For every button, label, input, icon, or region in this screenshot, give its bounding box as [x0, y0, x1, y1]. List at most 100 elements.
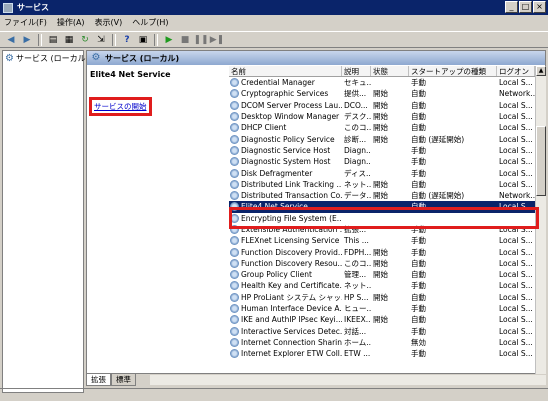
close-button[interactable]: × [533, 1, 546, 13]
service-name-cell: Distributed Transaction Co... [229, 190, 342, 201]
service-description: ETW ... [344, 349, 371, 359]
help-icon[interactable]: ? [120, 33, 134, 46]
service-startup-type: 自動 [411, 202, 426, 212]
service-description: このコ... [344, 123, 371, 133]
service-row[interactable]: Diagnostic Policy Service 診断... 開始 自動 (遅延開始… [229, 133, 535, 144]
service-name: Interactive Services Detec... [241, 326, 342, 336]
show-hide-action-pane-icon[interactable]: ▣ [136, 33, 150, 46]
menu-help[interactable]: ヘルプ(H) [132, 17, 168, 28]
service-name-cell: Encrypting File System (E... [229, 213, 342, 224]
service-row[interactable]: IKE and AuthIP IPsec Keyi... IKEEX... 開始 自動… [229, 314, 535, 325]
service-row[interactable]: Diagnostic Service Host Diagn... 手動 Local S… [229, 145, 535, 156]
service-status: 開始 [373, 247, 388, 257]
refresh-icon[interactable]: ↻ [78, 33, 92, 46]
scroll-up-arrow-icon[interactable]: ▲ [536, 66, 546, 76]
column-header-description[interactable]: 説明 [342, 66, 371, 76]
service-row[interactable]: DHCP Client このコ... 開始 自動 Local S... [229, 122, 535, 133]
service-row[interactable]: Function Discovery Provid... FDPH... 開始 手動 L… [229, 246, 535, 257]
service-row[interactable]: Group Policy Client 管理... 開始 自動 Local S... [229, 269, 535, 280]
start-service-icon[interactable]: ▶ [162, 33, 176, 46]
service-row[interactable]: Internet Connection Sharin... ホーム... 無効 Loc… [229, 337, 535, 348]
service-status: 開始 [373, 179, 388, 189]
service-name-cell: Function Discovery Resou... [229, 258, 342, 269]
stop-service-icon[interactable]: ■ [178, 33, 192, 46]
service-startup-type: 手動 [411, 225, 426, 234]
service-icon [230, 225, 239, 234]
service-logon: Local S... [499, 281, 533, 291]
service-row[interactable]: Disk Defragmenter ディス... 手動 Local S... [229, 167, 535, 178]
vertical-scrollbar[interactable]: ▲ [535, 66, 546, 374]
service-startup-type: 無効 [411, 337, 426, 347]
scroll-thumb[interactable] [536, 126, 546, 196]
column-header-logon[interactable]: ログオン [497, 66, 535, 76]
service-row[interactable]: Extensible Authentication ... 拡張... 手動 Loca… [229, 224, 535, 235]
service-description: 提供... [344, 89, 367, 99]
service-logon: Local S... [499, 315, 533, 325]
service-icon [230, 337, 239, 347]
service-row[interactable]: DCOM Server Process Lau... DCO... 開始 自動 Loca… [229, 100, 535, 111]
service-row[interactable]: Distributed Transaction Co... データ... 開始 自動 … [229, 190, 535, 201]
service-row[interactable]: Function Discovery Resou... このコ... 開始 自動 Loc… [229, 258, 535, 269]
service-row[interactable]: Cryptographic Services 提供... 開始 自動 Network..… [229, 88, 535, 99]
service-startup-type: 手動 [411, 326, 426, 336]
console-tree-icon[interactable]: ▤ [46, 33, 60, 46]
service-row[interactable]: Human Interface Device A... ヒュー... 手動 Local… [229, 303, 535, 314]
service-row[interactable]: Health Key and Certificate... ネット... 手動 Loc… [229, 280, 535, 291]
service-row[interactable]: Encrypting File System (E... [229, 213, 535, 224]
service-logon: Local S... [499, 270, 533, 280]
service-description: Diagn... [344, 145, 371, 155]
export-list-icon[interactable]: ⇲ [94, 33, 108, 46]
toolbar-separator [112, 33, 116, 46]
service-description: DCO... [344, 100, 368, 110]
service-name: Desktop Window Manager ... [241, 112, 342, 122]
service-name: Extensible Authentication ... [241, 225, 342, 234]
tree-item-services-local[interactable]: ⚙ サービス (ローカル) [3, 51, 89, 66]
service-name: Diagnostic Service Host [241, 145, 331, 155]
service-row[interactable]: Credential Manager セキュ... 手動 Local S... [229, 77, 535, 88]
service-row[interactable]: Diagnostic System Host Diagn... 手動 Local S.… [229, 156, 535, 167]
menu-action[interactable]: 操作(A) [57, 17, 85, 28]
service-row[interactable]: Interactive Services Detec... 対話... 手動 Loca… [229, 326, 535, 337]
properties-icon[interactable]: ▦ [62, 33, 76, 46]
column-header-name[interactable]: 名前 [229, 66, 342, 76]
service-status: 開始 [373, 292, 388, 302]
minimize-button[interactable]: _ [505, 1, 518, 13]
service-logon: Local S... [499, 304, 533, 314]
service-logon: Local S... [499, 157, 533, 167]
forward-icon[interactable]: ▶ [20, 33, 34, 46]
service-description: ネット... [344, 179, 371, 189]
menu-file[interactable]: ファイル(F) [4, 17, 47, 28]
service-description: 対話... [344, 326, 367, 336]
service-icon [230, 258, 239, 268]
service-name: Elite4 Net Service [241, 202, 308, 212]
restart-service-icon[interactable]: ▶❚ [210, 33, 224, 46]
service-name: Diagnostic System Host [241, 157, 331, 167]
pane-header-title: サービス (ローカル) [105, 53, 180, 63]
service-name-cell: Extensible Authentication ... [229, 224, 342, 235]
service-row[interactable]: Desktop Window Manager ... デスク... 開始 自動 Loca… [229, 111, 535, 122]
column-header-status[interactable]: 状態 [371, 66, 409, 76]
service-row[interactable]: HP ProLiant システム シャッ... HP S... 開始 自動 Local … [229, 292, 535, 303]
back-icon[interactable]: ◀ [4, 33, 18, 46]
service-row[interactable]: Elite4 Net Service 自動 Local S... [229, 201, 535, 213]
start-service-link[interactable]: サービスの開始 [89, 97, 152, 116]
service-icon [230, 270, 239, 280]
service-icon [230, 315, 239, 325]
service-logon: Local S... [499, 349, 533, 359]
service-logon: Network... [499, 89, 535, 99]
tab-standard[interactable]: 標準 [111, 374, 136, 386]
service-row[interactable]: Internet Explorer ETW Coll... ETW ... 手動 Lo… [229, 348, 535, 359]
service-description: 拡張... [344, 225, 367, 234]
service-row[interactable]: Distributed Link Tracking ... ネット... 開始 自動 L… [229, 179, 535, 190]
maximize-button[interactable]: □ [519, 1, 532, 13]
horizontal-scrollbar[interactable] [150, 375, 546, 385]
service-row[interactable]: FLEXnet Licensing Service This ... 手動 Local… [229, 235, 535, 246]
service-name: Distributed Link Tracking ... [241, 179, 342, 189]
service-startup-type: 自動 [411, 112, 426, 122]
column-header-startup-type[interactable]: スタートアップの種類 [409, 66, 497, 76]
console-tree: ⚙ サービス (ローカル) [2, 50, 89, 393]
service-description: このコ... [344, 258, 371, 268]
tab-extended[interactable]: 拡張 [86, 374, 111, 386]
pause-service-icon[interactable]: ❚❚ [193, 33, 208, 46]
menu-view[interactable]: 表示(V) [95, 17, 123, 28]
